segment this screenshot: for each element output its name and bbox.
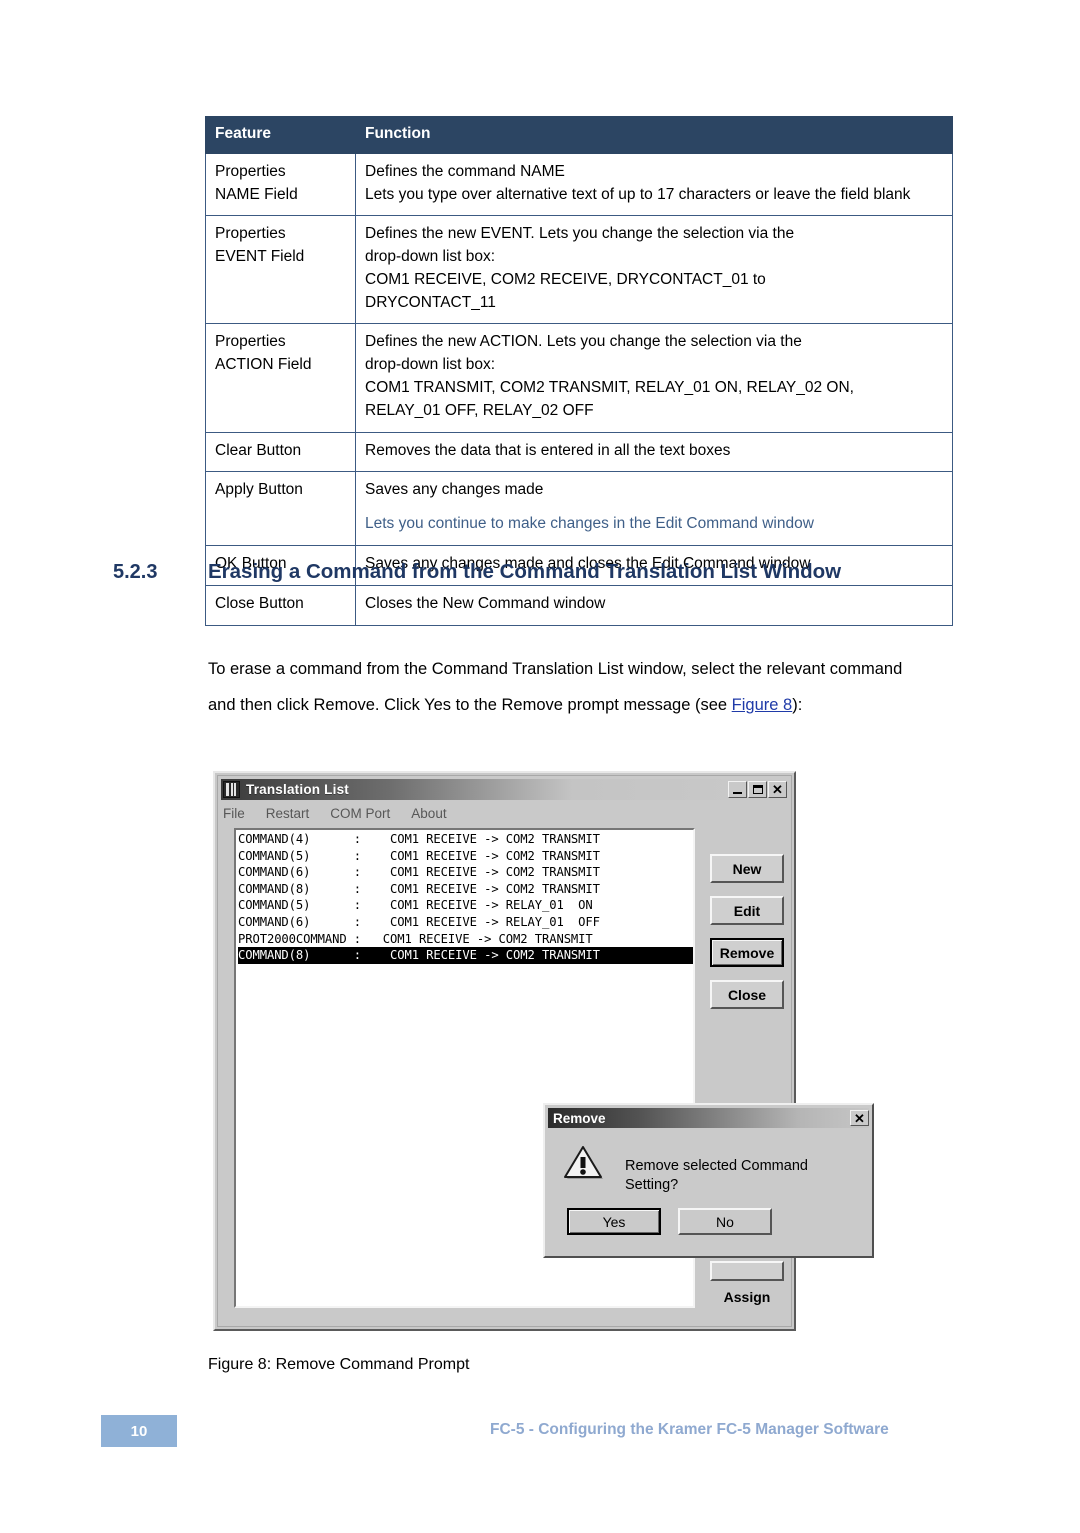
- list-item-selected[interactable]: COMMAND(8) : COM1 RECEIVE -> COM2 TRANSM…: [238, 947, 693, 964]
- cell-function: Removes the data that is entered in all …: [355, 431, 953, 473]
- column-header-feature: Feature: [205, 116, 356, 154]
- close-button[interactable]: Close: [710, 980, 784, 1009]
- feature-function-table: Feature Function Properties NAME Field D…: [205, 116, 953, 626]
- feature-line: Close Button: [215, 594, 304, 612]
- section-heading: 5.2.3 Erasing a Command from the Command…: [113, 557, 963, 586]
- yes-button[interactable]: Yes: [567, 1208, 661, 1235]
- cell-feature: Clear Button: [205, 431, 356, 473]
- assign-button-label[interactable]: Assign: [710, 1289, 784, 1305]
- dialog-message: Remove selected Command Setting?: [625, 1158, 808, 1193]
- cell-function: Defines the new EVENT. Lets you change t…: [355, 215, 953, 325]
- remove-confirmation-dialog: Remove ✕ Remove selected Command Setting…: [543, 1103, 874, 1258]
- function-line: Defines the new ACTION. Lets you change …: [365, 333, 802, 351]
- no-button[interactable]: No: [678, 1208, 772, 1235]
- feature-line: Clear Button: [215, 441, 302, 459]
- cell-function: Saves any changes made Lets you continue…: [355, 471, 953, 546]
- table-header-row: Feature Function: [205, 116, 953, 154]
- feature-line: Apply Button: [215, 481, 303, 499]
- function-line: Removes the data that is entered in all …: [365, 441, 731, 459]
- cell-function: Defines the command NAME Lets you type o…: [355, 152, 953, 217]
- window-button-column: New Edit Remove Close: [710, 854, 784, 1022]
- window-menubar: File Restart COM Port About: [223, 803, 447, 823]
- list-item[interactable]: COMMAND(5) : COM1 RECEIVE -> RELAY_01 ON: [238, 897, 693, 914]
- menu-item-com-port[interactable]: COM Port: [330, 806, 390, 821]
- window-title: Translation List: [246, 782, 349, 797]
- feature-line: Properties: [215, 333, 286, 351]
- column-header-function: Function: [355, 116, 953, 154]
- cell-feature: Properties ACTION Field: [205, 323, 356, 433]
- close-icon[interactable]: ✕: [768, 781, 787, 798]
- footer-text: FC-5 - Configuring the Kramer FC-5 Manag…: [490, 1421, 889, 1438]
- cell-function: Closes the New Command window: [355, 584, 953, 626]
- function-line: Saves any changes made: [365, 481, 544, 499]
- new-button[interactable]: New: [710, 854, 784, 883]
- edit-button[interactable]: Edit: [710, 896, 784, 925]
- page-number-badge: 10: [101, 1415, 177, 1447]
- list-item[interactable]: COMMAND(6) : COM1 RECEIVE -> COM2 TRANSM…: [238, 864, 693, 881]
- feature-line: EVENT Field: [215, 248, 305, 266]
- feature-line: Properties: [215, 162, 286, 180]
- dialog-button-row: Yes No: [567, 1208, 772, 1235]
- cell-feature: Properties NAME Field: [205, 152, 356, 217]
- function-line: Defines the new EVENT. Lets you change t…: [365, 225, 795, 243]
- function-note: Lets you continue to make changes in the…: [365, 515, 814, 533]
- maximize-icon[interactable]: [748, 781, 767, 798]
- dialog-title: Remove: [553, 1110, 606, 1126]
- application-icon: [223, 781, 240, 798]
- body-paragraph: To erase a command from the Command Tran…: [208, 652, 928, 724]
- function-line: Defines the command NAME: [365, 162, 565, 180]
- cell-feature: Apply Button: [205, 471, 356, 546]
- function-line: DRYCONTACT_11: [365, 293, 496, 311]
- window-controls: ✕: [728, 781, 788, 798]
- partially-hidden-button[interactable]: [710, 1261, 784, 1281]
- figure-link[interactable]: Figure 8: [732, 696, 793, 714]
- cell-feature: Properties EVENT Field: [205, 215, 356, 325]
- warning-triangle-icon: [563, 1144, 605, 1182]
- figure-caption: Figure 8: Remove Command Prompt: [208, 1356, 470, 1373]
- list-item[interactable]: COMMAND(5) : COM1 RECEIVE -> COM2 TRANSM…: [238, 848, 693, 865]
- menu-item-file[interactable]: File: [223, 806, 245, 821]
- function-line: drop-down list box:: [365, 248, 496, 266]
- section-number: 5.2.3: [113, 561, 158, 583]
- page-title: Erasing a Command from the Command Trans…: [208, 560, 842, 583]
- table-row: Properties EVENT Field Defines the new E…: [205, 215, 953, 325]
- cell-feature: Close Button: [205, 584, 356, 626]
- window-titlebar[interactable]: Translation List ✕: [221, 779, 788, 800]
- dialog-titlebar[interactable]: Remove ✕: [548, 1108, 869, 1128]
- table-row: Close Button Closes the New Command wind…: [205, 584, 953, 626]
- menu-item-about[interactable]: About: [411, 806, 446, 821]
- list-item[interactable]: COMMAND(6) : COM1 RECEIVE -> RELAY_01 OF…: [238, 914, 693, 931]
- minimize-icon[interactable]: [728, 781, 747, 798]
- table-row: Properties ACTION Field Defines the new …: [205, 323, 953, 433]
- table-row: Properties NAME Field Defines the comman…: [205, 152, 953, 217]
- dialog-close-icon[interactable]: ✕: [850, 1110, 869, 1126]
- cell-function: Defines the new ACTION. Lets you change …: [355, 323, 953, 433]
- list-item[interactable]: COMMAND(4) : COM1 RECEIVE -> COM2 TRANSM…: [238, 831, 693, 848]
- list-item[interactable]: PROT2000COMMAND : COM1 RECEIVE -> COM2 T…: [238, 931, 693, 948]
- function-line: COM1 RECEIVE, COM2 RECEIVE, DRYCONTACT_0…: [365, 270, 766, 288]
- function-line: Lets you type over alternative text of u…: [365, 185, 911, 203]
- table-row: Apply Button Saves any changes made Lets…: [205, 471, 953, 546]
- function-line: drop-down list box:: [365, 356, 496, 374]
- function-line: RELAY_01 OFF, RELAY_02 OFF: [365, 401, 594, 419]
- remove-button[interactable]: Remove: [710, 938, 784, 967]
- document-page: Feature Function Properties NAME Field D…: [0, 0, 1080, 1533]
- function-line: Closes the New Command window: [365, 594, 606, 612]
- function-line: COM1 TRANSMIT, COM2 TRANSMIT, RELAY_01 O…: [365, 379, 854, 397]
- feature-line: NAME Field: [215, 185, 298, 203]
- table-row: Clear Button Removes the data that is en…: [205, 431, 953, 473]
- paragraph-text-part2: ):: [792, 695, 803, 714]
- menu-item-restart[interactable]: Restart: [266, 806, 310, 821]
- list-item[interactable]: COMMAND(8) : COM1 RECEIVE -> COM2 TRANSM…: [238, 881, 693, 898]
- feature-line: ACTION Field: [215, 356, 312, 374]
- feature-line: Properties: [215, 225, 286, 243]
